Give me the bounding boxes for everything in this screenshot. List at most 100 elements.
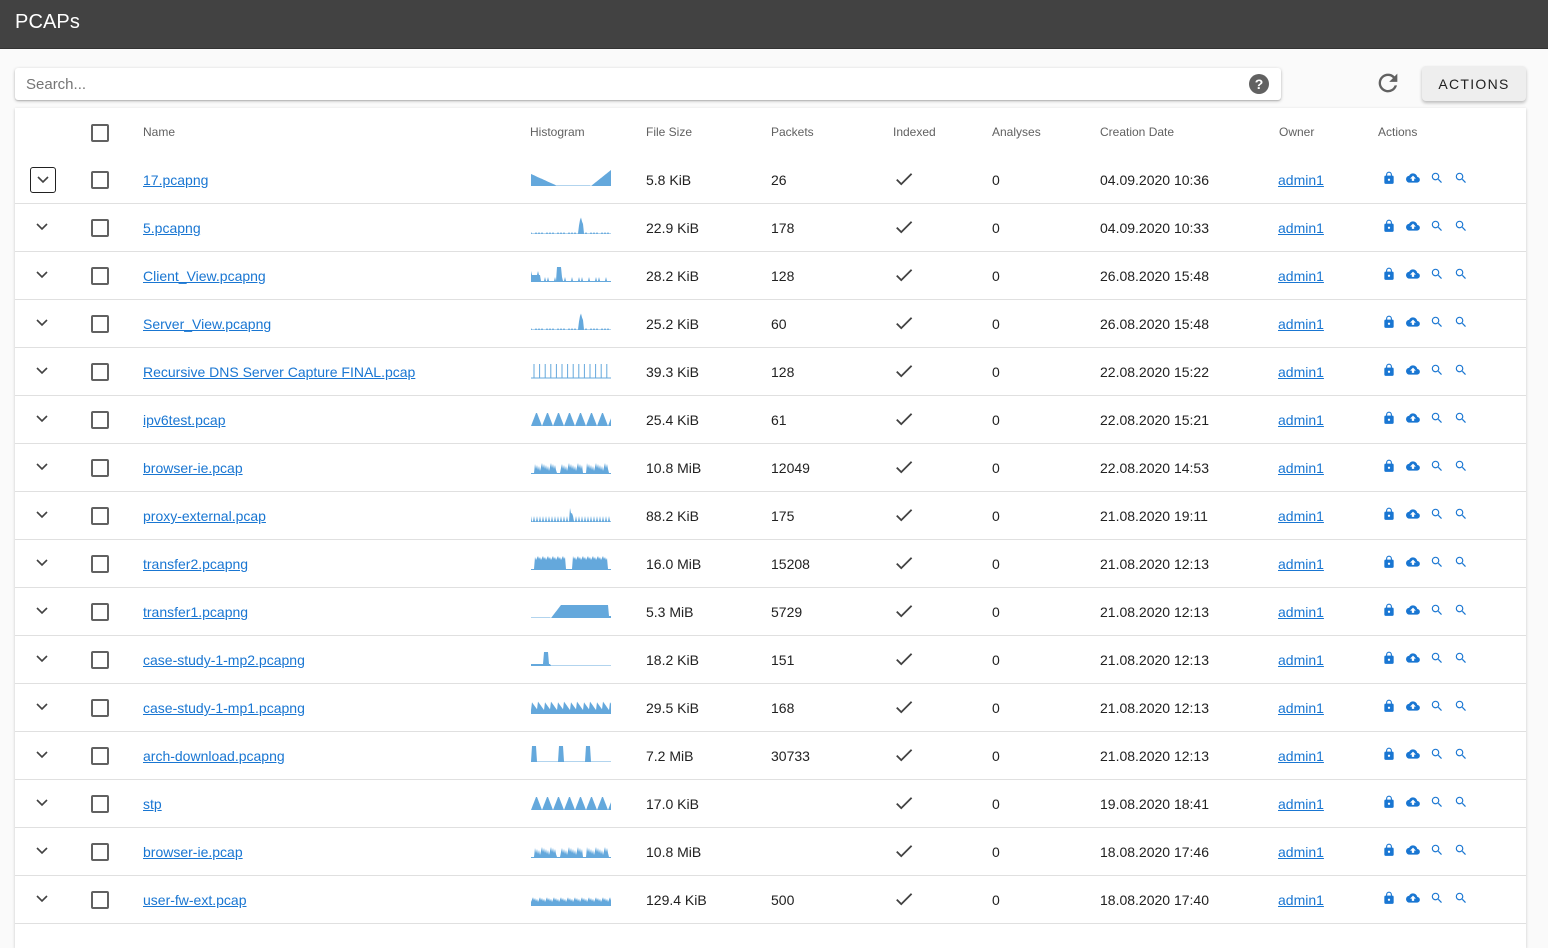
- table-row[interactable]: browser-ie.pcap 10.8 MiB 12049 0 22.08.2…: [15, 444, 1526, 492]
- search-icon[interactable]: [1454, 555, 1468, 574]
- pcap-name-link[interactable]: stp: [143, 796, 162, 812]
- expand-row-button[interactable]: [30, 407, 56, 433]
- search-icon[interactable]: [1454, 843, 1468, 862]
- search-icon[interactable]: [1454, 603, 1468, 622]
- cloud-upload-icon[interactable]: [1405, 171, 1421, 190]
- owner-link[interactable]: admin1: [1278, 604, 1324, 620]
- expand-row-button[interactable]: [30, 167, 56, 193]
- search-icon[interactable]: [1454, 459, 1468, 478]
- row-checkbox[interactable]: [91, 891, 109, 909]
- pcap-name[interactable]: Recursive DNS Server Capture FINAL.pcap: [143, 364, 415, 380]
- lock-icon[interactable]: [1382, 219, 1396, 238]
- select-all-checkbox[interactable]: [91, 124, 109, 142]
- table-row[interactable]: proxy-external.pcap 88.2 KiB 175 0 21.08…: [15, 492, 1526, 540]
- lock-icon[interactable]: [1382, 363, 1396, 382]
- owner-name[interactable]: admin1: [1278, 412, 1324, 428]
- pcap-name-link[interactable]: case-study-1-mp1.pcapng: [143, 700, 305, 716]
- lock-icon[interactable]: [1382, 267, 1396, 286]
- pcap-name[interactable]: transfer1.pcapng: [143, 604, 248, 620]
- row-checkbox[interactable]: [91, 651, 109, 669]
- cloud-upload-icon[interactable]: [1405, 459, 1421, 478]
- lock-icon[interactable]: [1382, 843, 1396, 862]
- header-creation-date[interactable]: Creation Date: [1100, 125, 1174, 139]
- search-icon[interactable]: [1430, 603, 1444, 622]
- pcap-name[interactable]: case-study-1-mp2.pcapng: [143, 652, 305, 668]
- pcap-name-link[interactable]: case-study-1-mp2.pcapng: [143, 652, 305, 668]
- owner-link[interactable]: admin1: [1278, 748, 1324, 764]
- pcap-name[interactable]: proxy-external.pcap: [143, 508, 266, 524]
- search-icon[interactable]: [1430, 363, 1444, 382]
- search-icon[interactable]: [1454, 795, 1468, 814]
- owner-link[interactable]: admin1: [1278, 508, 1324, 524]
- pcap-name-link[interactable]: browser-ie.pcap: [143, 460, 243, 476]
- lock-icon[interactable]: [1382, 507, 1396, 526]
- pcap-name-link[interactable]: Server_View.pcapng: [143, 316, 271, 332]
- cloud-upload-icon[interactable]: [1405, 843, 1421, 862]
- expand-row-button[interactable]: [30, 455, 56, 481]
- pcap-name-link[interactable]: 17.pcapng: [143, 172, 208, 188]
- search-icon[interactable]: [1454, 363, 1468, 382]
- pcap-name-link[interactable]: proxy-external.pcap: [143, 508, 266, 524]
- pcap-name-link[interactable]: ipv6test.pcap: [143, 412, 226, 428]
- actions-button[interactable]: ACTIONS: [1422, 66, 1526, 101]
- search-icon[interactable]: [1430, 171, 1444, 190]
- cloud-upload-icon[interactable]: [1405, 747, 1421, 766]
- owner-link[interactable]: admin1: [1278, 220, 1324, 236]
- row-checkbox[interactable]: [91, 699, 109, 717]
- owner-link[interactable]: admin1: [1278, 316, 1324, 332]
- owner-link[interactable]: admin1: [1278, 460, 1324, 476]
- expand-row-button[interactable]: [30, 839, 56, 865]
- row-checkbox[interactable]: [91, 747, 109, 765]
- owner-link[interactable]: admin1: [1278, 412, 1324, 428]
- row-checkbox[interactable]: [91, 315, 109, 333]
- pcap-name[interactable]: arch-download.pcapng: [143, 748, 285, 764]
- pcap-name-link[interactable]: Recursive DNS Server Capture FINAL.pcap: [143, 364, 415, 380]
- pcap-name[interactable]: 5.pcapng: [143, 220, 201, 236]
- search-icon[interactable]: [1430, 795, 1444, 814]
- search-icon[interactable]: [1454, 267, 1468, 286]
- owner-name[interactable]: admin1: [1278, 604, 1324, 620]
- row-checkbox[interactable]: [91, 459, 109, 477]
- pcap-name-link[interactable]: 5.pcapng: [143, 220, 201, 236]
- expand-row-button[interactable]: [30, 359, 56, 385]
- search-input[interactable]: [26, 68, 1226, 100]
- search-icon[interactable]: [1430, 459, 1444, 478]
- owner-link[interactable]: admin1: [1278, 652, 1324, 668]
- lock-icon[interactable]: [1382, 891, 1396, 910]
- help-icon[interactable]: ?: [1249, 74, 1269, 94]
- row-checkbox[interactable]: [91, 171, 109, 189]
- row-checkbox[interactable]: [91, 219, 109, 237]
- owner-link[interactable]: admin1: [1278, 268, 1324, 284]
- cloud-upload-icon[interactable]: [1405, 363, 1421, 382]
- pcap-name[interactable]: Client_View.pcapng: [143, 268, 266, 284]
- table-row[interactable]: arch-download.pcapng 7.2 MiB 30733 0 21.…: [15, 732, 1526, 780]
- cloud-upload-icon[interactable]: [1405, 795, 1421, 814]
- owner-name[interactable]: admin1: [1278, 364, 1324, 380]
- pcap-name-link[interactable]: transfer2.pcapng: [143, 556, 248, 572]
- cloud-upload-icon[interactable]: [1405, 507, 1421, 526]
- owner-name[interactable]: admin1: [1278, 796, 1324, 812]
- table-row[interactable]: 17.pcapng 5.8 KiB 26 0 04.09.2020 10:36 …: [15, 156, 1526, 204]
- row-checkbox[interactable]: [91, 507, 109, 525]
- expand-row-button[interactable]: [30, 599, 56, 625]
- pcap-name-link[interactable]: Client_View.pcapng: [143, 268, 266, 284]
- lock-icon[interactable]: [1382, 459, 1396, 478]
- cloud-upload-icon[interactable]: [1405, 267, 1421, 286]
- header-owner[interactable]: Owner: [1279, 125, 1314, 139]
- table-row[interactable]: browser-ie.pcap 10.8 MiB 0 18.08.2020 17…: [15, 828, 1526, 876]
- row-checkbox[interactable]: [91, 267, 109, 285]
- table-row[interactable]: stp 17.0 KiB 0 19.08.2020 18:41 admin1: [15, 780, 1526, 828]
- pcap-name[interactable]: ipv6test.pcap: [143, 412, 226, 428]
- search-icon[interactable]: [1454, 171, 1468, 190]
- table-row[interactable]: transfer1.pcapng 5.3 MiB 5729 0 21.08.20…: [15, 588, 1526, 636]
- header-name[interactable]: Name: [143, 125, 175, 139]
- header-analyses[interactable]: Analyses: [992, 125, 1041, 139]
- search-icon[interactable]: [1430, 411, 1444, 430]
- lock-icon[interactable]: [1382, 411, 1396, 430]
- pcap-name[interactable]: 17.pcapng: [143, 172, 208, 188]
- table-row[interactable]: ipv6test.pcap 25.4 KiB 61 0 22.08.2020 1…: [15, 396, 1526, 444]
- owner-name[interactable]: admin1: [1278, 556, 1324, 572]
- owner-link[interactable]: admin1: [1278, 796, 1324, 812]
- search-icon[interactable]: [1430, 843, 1444, 862]
- search-icon[interactable]: [1430, 267, 1444, 286]
